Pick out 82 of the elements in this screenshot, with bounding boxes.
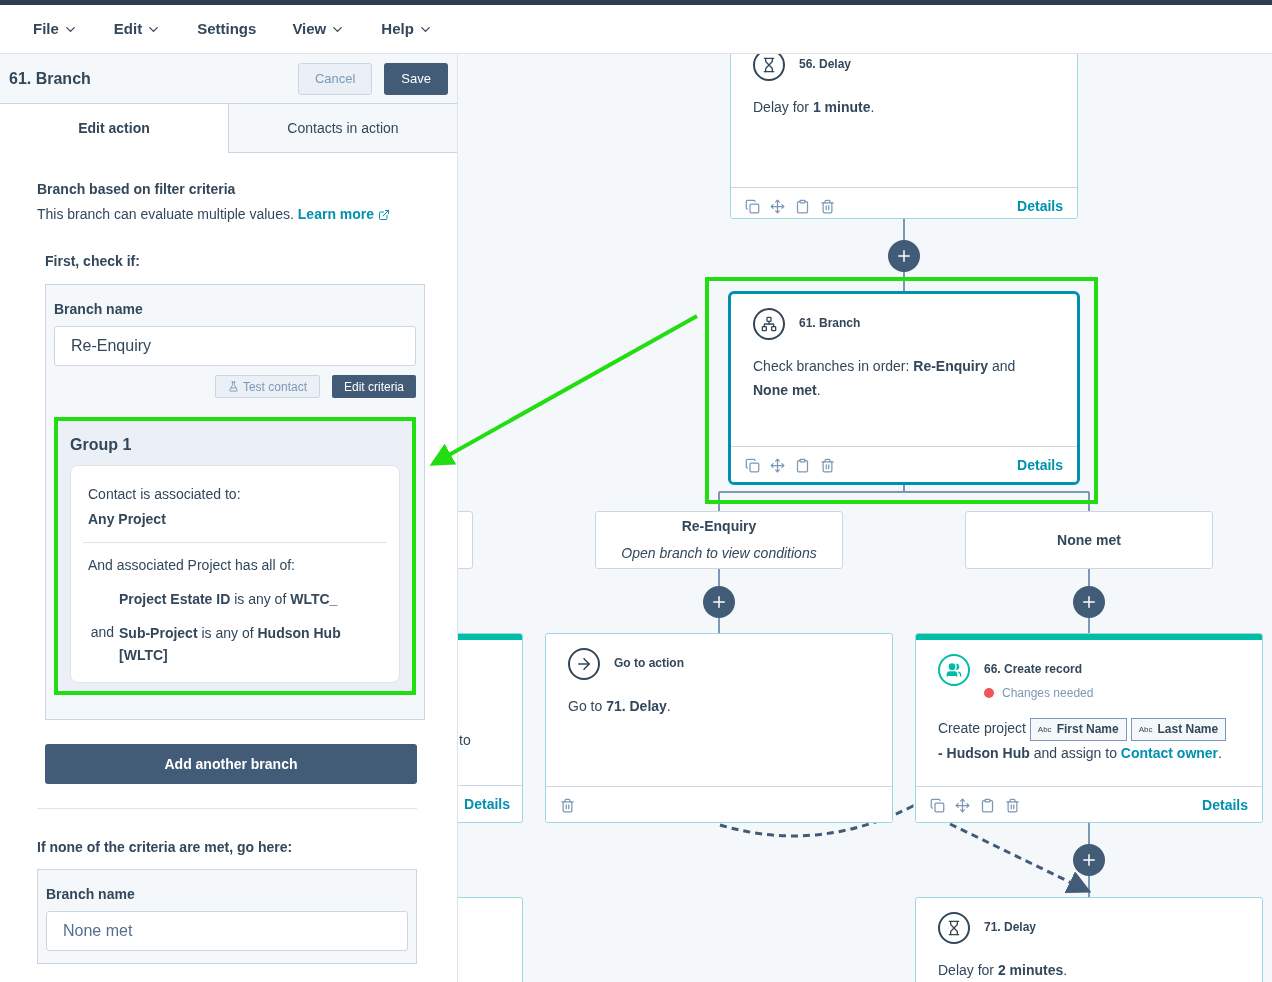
add-branch-button[interactable]: Add another branch bbox=[45, 744, 417, 784]
plus-icon bbox=[895, 247, 913, 265]
external-link-icon bbox=[378, 208, 391, 221]
copy-icon[interactable] bbox=[930, 797, 945, 813]
plus-icon bbox=[710, 593, 728, 611]
action-card[interactable]: 71. Delay Delay for 2 minutes. bbox=[915, 897, 1263, 982]
clipboard-icon[interactable] bbox=[795, 198, 810, 214]
node-description: Delay for 1 minute. bbox=[753, 98, 876, 117]
branch-name-input[interactable]: None met bbox=[46, 911, 408, 951]
node-description: Check branches in order: Re-Enquiry and None met. bbox=[753, 357, 1017, 400]
action-card[interactable]: to Details bbox=[458, 633, 523, 823]
node-title: Go to action bbox=[614, 655, 684, 672]
criteria-text: And associated Project has all of: bbox=[87, 556, 296, 575]
node-description: Delay for 2 minutes. bbox=[938, 961, 1069, 980]
copy-icon[interactable] bbox=[745, 198, 760, 214]
menu-item[interactable]: View bbox=[292, 17, 346, 41]
clipboard-icon[interactable] bbox=[795, 457, 810, 473]
section-heading: Branch based on filter criteria bbox=[37, 180, 237, 199]
hourglass-icon bbox=[938, 912, 970, 944]
save-button[interactable]: Save bbox=[384, 62, 448, 95]
menu-item[interactable]: File bbox=[33, 17, 78, 41]
menu-item[interactable]: Edit bbox=[113, 17, 162, 41]
branch-label-card[interactable]: None met bbox=[965, 511, 1213, 569]
add-step-button[interactable] bbox=[888, 240, 920, 272]
plus-icon bbox=[1080, 851, 1098, 869]
node-title: 61. Branch bbox=[799, 315, 861, 332]
copy-icon[interactable] bbox=[745, 457, 760, 473]
accent-bar bbox=[458, 634, 522, 640]
trash-icon[interactable] bbox=[820, 198, 835, 214]
details-link[interactable]: Details bbox=[1202, 794, 1248, 816]
branch-name: None met bbox=[1057, 530, 1121, 550]
move-icon[interactable] bbox=[955, 797, 970, 813]
action-card[interactable]: 61. Branch Check branches in order: Re-Enquiry and None met. Details bbox=[728, 291, 1080, 485]
node-description: Go to 71. Delay. bbox=[568, 697, 672, 716]
panel-tab[interactable]: Contacts in action bbox=[228, 104, 457, 153]
node-description: to bbox=[459, 731, 471, 750]
criteria-value: Any Project bbox=[87, 510, 167, 529]
branch-icon bbox=[753, 308, 785, 340]
node-description: Create project Abc First Name Abc Last Name - Hudson Hub and assign to Contact owner. bbox=[938, 716, 1232, 766]
section-description: This branch can evaluate multiple values. bbox=[37, 205, 294, 224]
field-label: Branch name bbox=[46, 885, 136, 904]
condition-prefix: and bbox=[90, 623, 114, 642]
trash-icon[interactable] bbox=[820, 457, 835, 473]
add-step-button[interactable] bbox=[703, 586, 735, 618]
panel-title: 61. Branch bbox=[9, 68, 91, 89]
branch-hint: Open branch to view conditions bbox=[621, 544, 817, 563]
condition-text: Project Estate ID is any of WLTC_ bbox=[119, 590, 338, 609]
clipboard-icon[interactable] bbox=[980, 797, 995, 813]
branch-name-input[interactable]: Re-Enquiry bbox=[54, 326, 416, 366]
node-title: 56. Delay bbox=[799, 56, 852, 73]
condition-text: Sub-Project is any of Hudson Hub [WLTC] bbox=[119, 624, 342, 665]
group-title: Group 1 bbox=[70, 435, 133, 455]
action-card[interactable]: 66. Create record Changes needed Create project Abc First Name Abc Last Name - Hudson Hub and assign to Contact owner. Details bbox=[915, 633, 1263, 823]
details-link[interactable]: Details bbox=[464, 793, 510, 815]
move-icon[interactable] bbox=[770, 198, 785, 214]
node-title: 71. Delay bbox=[984, 919, 1037, 936]
node-title: 66. Create record bbox=[984, 661, 1084, 678]
action-card[interactable]: Go to action Go to 71. Delay. bbox=[545, 633, 893, 823]
trash-icon[interactable] bbox=[560, 797, 575, 813]
trash-icon[interactable] bbox=[1005, 797, 1020, 813]
add-step-button[interactable] bbox=[1073, 844, 1105, 876]
add-step-button[interactable] bbox=[1073, 586, 1105, 618]
details-link[interactable]: Details bbox=[1017, 195, 1063, 217]
people-icon bbox=[938, 654, 970, 686]
edit-criteria-button[interactable]: Edit criteria bbox=[331, 375, 416, 398]
fallback-heading: If none of the criteria are met, go here: bbox=[37, 838, 294, 857]
check-label: First, check if: bbox=[45, 252, 141, 271]
menu-item[interactable]: Help bbox=[381, 17, 433, 41]
details-link[interactable]: Details bbox=[1017, 454, 1063, 476]
contact-owner-link[interactable]: Contact owner bbox=[1120, 745, 1219, 761]
branch-name: Re-Enquiry bbox=[681, 517, 757, 536]
field-label: Branch name bbox=[54, 300, 144, 319]
move-icon[interactable] bbox=[770, 457, 785, 473]
branch-label-card[interactable]: Re-Enquiry Open branch to view conditions bbox=[595, 511, 843, 569]
learn-more-link[interactable]: Learn more bbox=[297, 204, 375, 225]
plus-icon bbox=[1080, 593, 1098, 611]
action-card[interactable]: 56. Delay Delay for 1 minute. Details bbox=[730, 54, 1078, 219]
status-text: Changes needed bbox=[1002, 685, 1094, 702]
hourglass-icon bbox=[753, 54, 785, 81]
menu-item[interactable]: Settings bbox=[197, 17, 257, 41]
flask-icon bbox=[227, 381, 239, 392]
criteria-text: Contact is associated to: bbox=[87, 485, 242, 504]
